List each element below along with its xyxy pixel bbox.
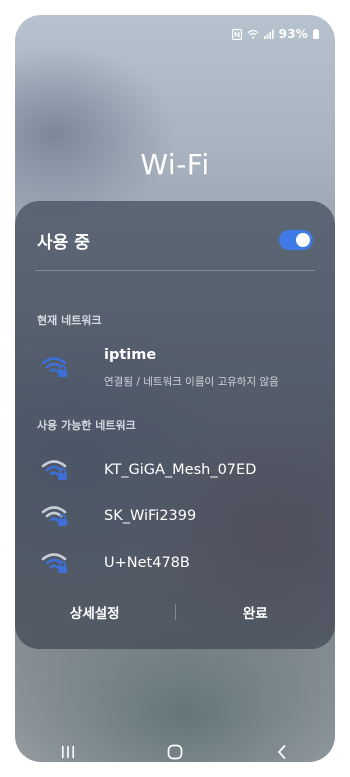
page-title: Wi-Fi <box>140 148 210 181</box>
wifi-lock-icon <box>40 456 72 486</box>
current-network-label: 현재 네트워크 <box>37 314 102 327</box>
network-name: U+Net478B <box>104 555 190 571</box>
recents-icon[interactable] <box>48 742 88 762</box>
current-network-row[interactable]: iptime 연결됨 / 네트워크 이름이 고유하지 않음 <box>15 340 335 396</box>
back-icon[interactable] <box>262 742 302 762</box>
wifi-lock-icon <box>40 549 72 579</box>
wifi-lock-icon <box>40 353 72 383</box>
status-bar: 93% <box>231 26 319 42</box>
divider <box>35 270 315 271</box>
network-name: SK_WiFi2399 <box>104 508 197 524</box>
done-button[interactable]: 완료 <box>176 602 336 622</box>
current-network-name: iptime <box>104 347 157 363</box>
wifi-toggle-row[interactable]: 사용 중 <box>37 225 313 255</box>
navigation-bar <box>15 742 335 762</box>
phone-screen: 93% Wi-Fi 사용 중 현재 네트워크 iptime 연결됨 / 네트워크… <box>15 15 335 762</box>
toggle-label: 사용 중 <box>37 232 90 253</box>
wifi-switch[interactable] <box>279 230 313 250</box>
battery-icon <box>313 29 319 39</box>
nfc-icon <box>231 28 242 40</box>
action-row: 상세설정 완료 <box>15 596 335 628</box>
network-row[interactable]: SK_WiFi2399 <box>15 495 335 539</box>
current-network-status: 연결됨 / 네트워크 이름이 고유하지 않음 <box>104 376 279 388</box>
battery-percent: 93% <box>278 27 308 41</box>
network-row[interactable]: U+Net478B <box>15 542 335 586</box>
network-row[interactable]: KT_GiGA_Mesh_07ED <box>15 449 335 493</box>
wifi-panel: 사용 중 현재 네트워크 iptime 연결됨 / 네트워크 이름이 고유하지 … <box>15 201 335 649</box>
signal-icon <box>263 29 274 39</box>
settings-button[interactable]: 상세설정 <box>15 602 175 622</box>
home-icon[interactable] <box>155 742 195 762</box>
available-networks-label: 사용 가능한 네트워크 <box>37 419 136 432</box>
network-name: KT_GiGA_Mesh_07ED <box>104 462 257 478</box>
wifi-lock-icon <box>40 502 72 532</box>
switch-knob <box>296 233 310 247</box>
wifi-icon <box>247 29 259 39</box>
